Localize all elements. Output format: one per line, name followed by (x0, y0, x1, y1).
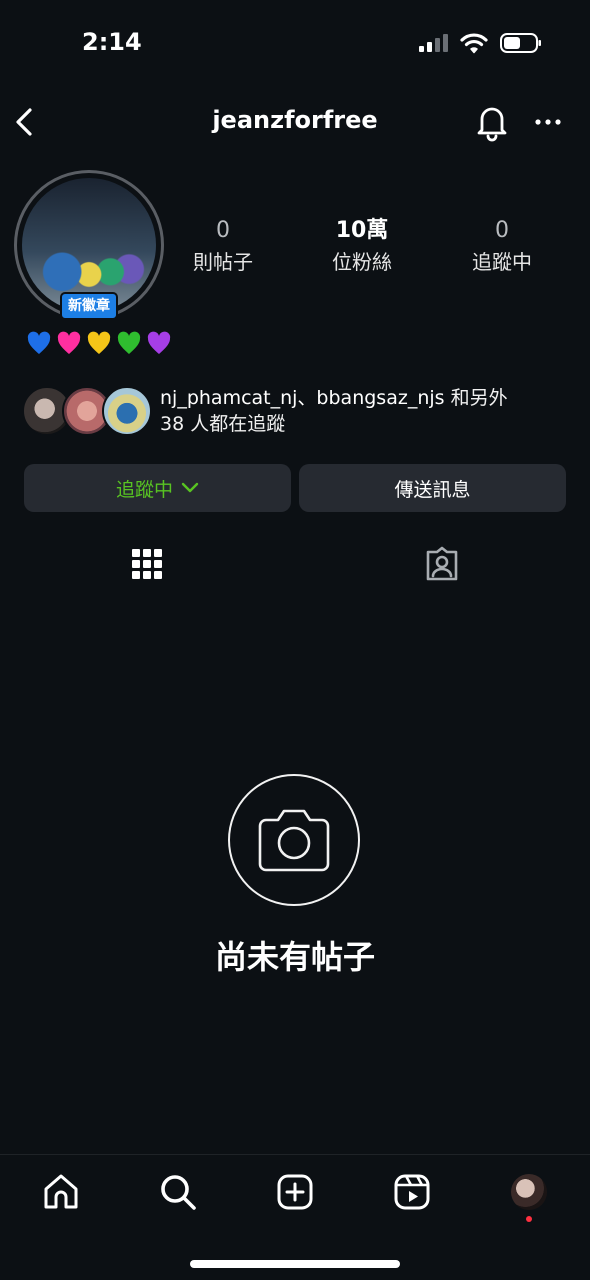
bell-icon[interactable] (474, 102, 510, 142)
message-button[interactable]: 傳送訊息 (299, 464, 566, 512)
empty-state-circle (228, 774, 360, 906)
status-icons (418, 32, 542, 54)
reels-icon[interactable] (392, 1172, 432, 1212)
tagged-tab-icon[interactable] (424, 546, 460, 582)
new-badge[interactable]: 新徽章 (60, 292, 118, 320)
yellow-heart-icon (87, 331, 111, 354)
purple-heart-icon (147, 331, 171, 354)
message-button-label: 傳送訊息 (394, 478, 471, 501)
green-heart-icon (117, 331, 141, 354)
chevron-down-icon (181, 482, 199, 493)
nav-divider (0, 1154, 590, 1155)
bio-hearts (26, 330, 172, 356)
stat-posts: 0 則帖子 (163, 218, 283, 275)
signal-icon (419, 34, 448, 52)
stat-followers[interactable]: 10萬 位粉絲 (302, 218, 422, 275)
followed-by-suffix: 和另外 (450, 387, 508, 409)
more-options-icon[interactable] (534, 110, 562, 134)
grid-tab-icon[interactable] (131, 548, 163, 580)
wifi-icon (460, 33, 488, 54)
mutual-avatar (102, 386, 152, 436)
mutual-followers-avatars[interactable] (22, 386, 162, 436)
profile-screen: 2:14 jeanzforfree 新徽章 0 則帖子 10萬 位粉絲 0 追蹤… (0, 0, 590, 1280)
no-posts-text: 尚未有帖子 (214, 938, 375, 976)
battery-icon (500, 33, 541, 53)
following-count: 0 (495, 218, 509, 243)
stat-following[interactable]: 0 追蹤中 (442, 218, 562, 275)
blue-heart-icon (27, 331, 51, 354)
followers-count: 10萬 (335, 218, 389, 243)
notification-dot (526, 1216, 532, 1222)
camera-icon (258, 809, 330, 872)
following-button-label: 追蹤中 (115, 478, 173, 501)
followers-label: 位粉絲 (332, 250, 392, 274)
mutual-names: nj_phamcat_nj、bbangsaz_njs (160, 387, 445, 409)
posts-label: 則帖子 (193, 250, 253, 274)
following-button[interactable]: 追蹤中 (24, 464, 291, 512)
create-icon[interactable] (275, 1172, 315, 1212)
home-icon[interactable] (41, 1172, 81, 1212)
followed-by-line2: 38 人都在追蹤 (160, 413, 286, 435)
posts-count: 0 (216, 218, 230, 243)
nav-profile-avatar[interactable] (511, 1174, 547, 1210)
following-label: 追蹤中 (472, 250, 532, 274)
followed-by-text[interactable]: nj_phamcat_nj、bbangsaz_njs 和另外 38 人都在追蹤 (160, 385, 570, 437)
status-time: 2:14 (82, 28, 142, 56)
followed-by-line1: nj_phamcat_nj、bbangsaz_njs 和另外 (160, 385, 570, 411)
pink-heart-icon (57, 331, 81, 354)
search-icon[interactable] (158, 1172, 198, 1212)
home-indicator[interactable] (190, 1260, 400, 1268)
